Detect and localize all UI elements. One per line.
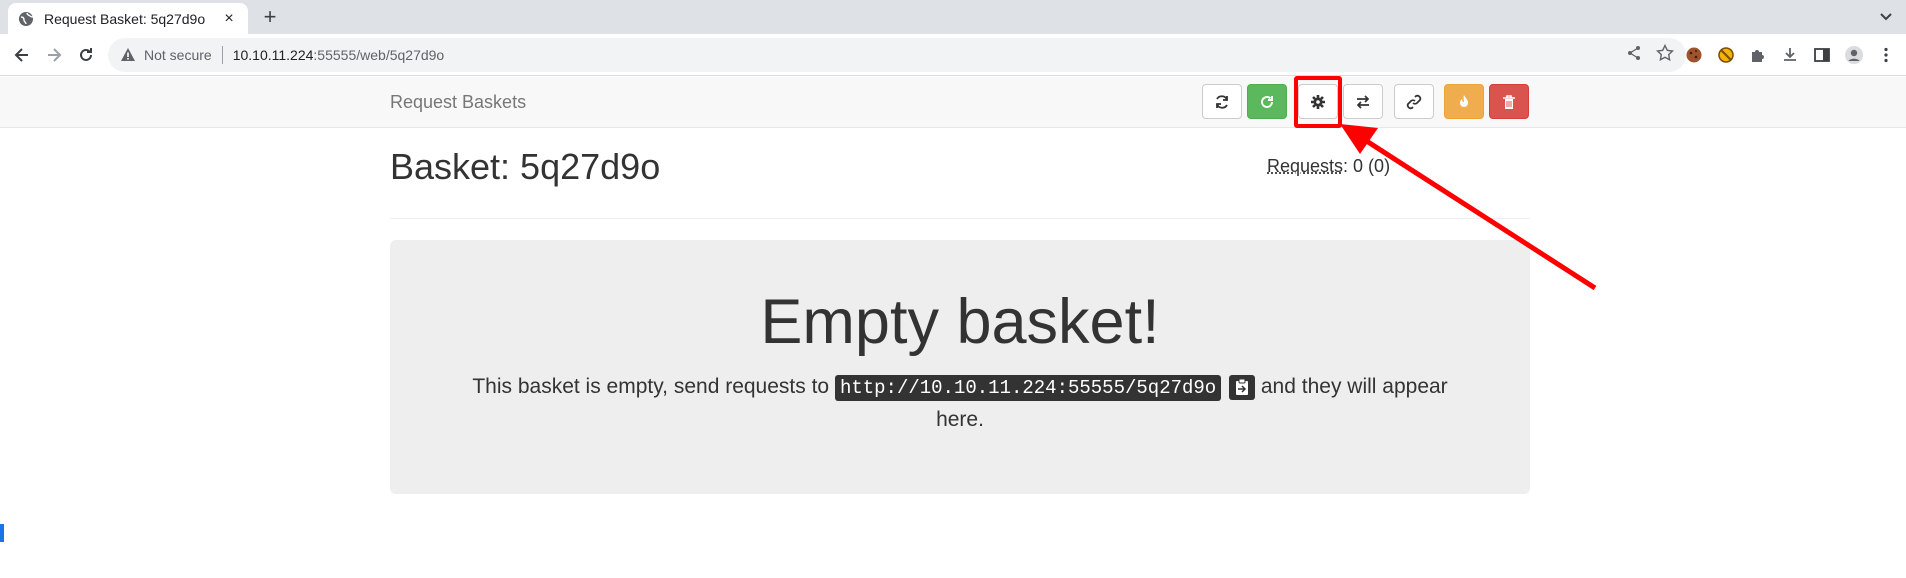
tab-close-icon[interactable]: × — [220, 10, 238, 28]
page-navbar: Request Baskets — [0, 77, 1906, 128]
url-host: 10.10.11.224 — [232, 47, 314, 63]
tab-title: Request Basket: 5q27d9o — [44, 10, 206, 27]
address-bar[interactable]: Not secure 10.10.11.224 :55555/web/5q27d… — [108, 38, 1686, 72]
download-icon[interactable] — [1778, 43, 1802, 67]
omnibox-divider — [221, 46, 223, 64]
empty-basket-panel: Empty basket! This basket is empty, send… — [390, 240, 1530, 494]
copy-url-button[interactable] — [1229, 374, 1256, 400]
forward-button[interactable] — [42, 43, 66, 67]
cookie-extension-icon[interactable] — [1682, 43, 1706, 67]
forward-arrow-icon — [48, 48, 62, 62]
basket-actions-group — [1202, 84, 1287, 119]
side-panel-icon[interactable] — [1810, 43, 1834, 67]
browser-toolbar: Not secure 10.10.11.224 :55555/web/5q27d… — [0, 34, 1906, 76]
focus-indicator — [0, 524, 4, 542]
security-label[interactable]: Not secure — [144, 47, 212, 63]
reload-icon — [80, 48, 92, 61]
clear-basket-button[interactable] — [1444, 84, 1484, 119]
reload-button[interactable] — [74, 43, 98, 67]
basket-url: http://10.10.11.224:55555/5q27d9o — [834, 375, 1222, 401]
back-arrow-icon — [14, 48, 28, 62]
warning-icon — [120, 47, 136, 63]
share-icon[interactable] — [1626, 45, 1642, 66]
link-icon — [1406, 94, 1422, 109]
url-path: :55555/web/5q27d9o — [313, 47, 445, 63]
basket-title: Basket: 5q27d9o — [390, 146, 661, 187]
menu-kebab-icon[interactable] — [1874, 43, 1898, 67]
circular-arrow-icon — [1261, 95, 1273, 108]
extensions-puzzle-icon[interactable] — [1746, 43, 1770, 67]
responses-button[interactable] — [1343, 84, 1383, 119]
trash-icon — [1503, 94, 1515, 109]
requests-value: : 0 (0) — [1343, 156, 1391, 176]
danger-group — [1444, 84, 1529, 119]
refresh-button[interactable] — [1202, 84, 1242, 119]
profile-avatar-icon[interactable] — [1842, 43, 1866, 67]
refresh-icon — [1216, 94, 1228, 109]
blocker-extension-icon[interactable] — [1714, 43, 1738, 67]
share-group — [1394, 84, 1434, 119]
globe-icon — [18, 11, 34, 27]
delete-basket-button[interactable] — [1489, 84, 1529, 119]
empty-heading: Empty basket! — [760, 287, 1160, 357]
bookmark-star-icon[interactable] — [1655, 43, 1675, 67]
brand[interactable]: Request Baskets — [390, 92, 526, 113]
tab-strip: Request Basket: 5q27d9o × + — [0, 0, 1906, 34]
share-link-button[interactable] — [1394, 84, 1434, 119]
requests-label: Requests — [1267, 156, 1344, 176]
back-button[interactable] — [10, 43, 34, 67]
auto-refresh-button[interactable] — [1247, 84, 1287, 119]
new-tab-button[interactable]: + — [258, 5, 282, 29]
clipboard-icon — [1236, 378, 1249, 396]
divider — [390, 218, 1530, 219]
tab-search-chevron-icon[interactable] — [1876, 6, 1896, 26]
fire-icon — [1460, 94, 1468, 107]
empty-text-before: This basket is empty, send requests to — [472, 375, 835, 398]
empty-message: This basket is empty, send requests to h… — [450, 371, 1470, 435]
exchange-icon — [1356, 94, 1370, 109]
requests-count: Requests: 0 (0) — [1267, 156, 1390, 177]
settings-highlight-box — [1294, 76, 1342, 128]
browser-tab[interactable]: Request Basket: 5q27d9o × — [8, 3, 248, 34]
